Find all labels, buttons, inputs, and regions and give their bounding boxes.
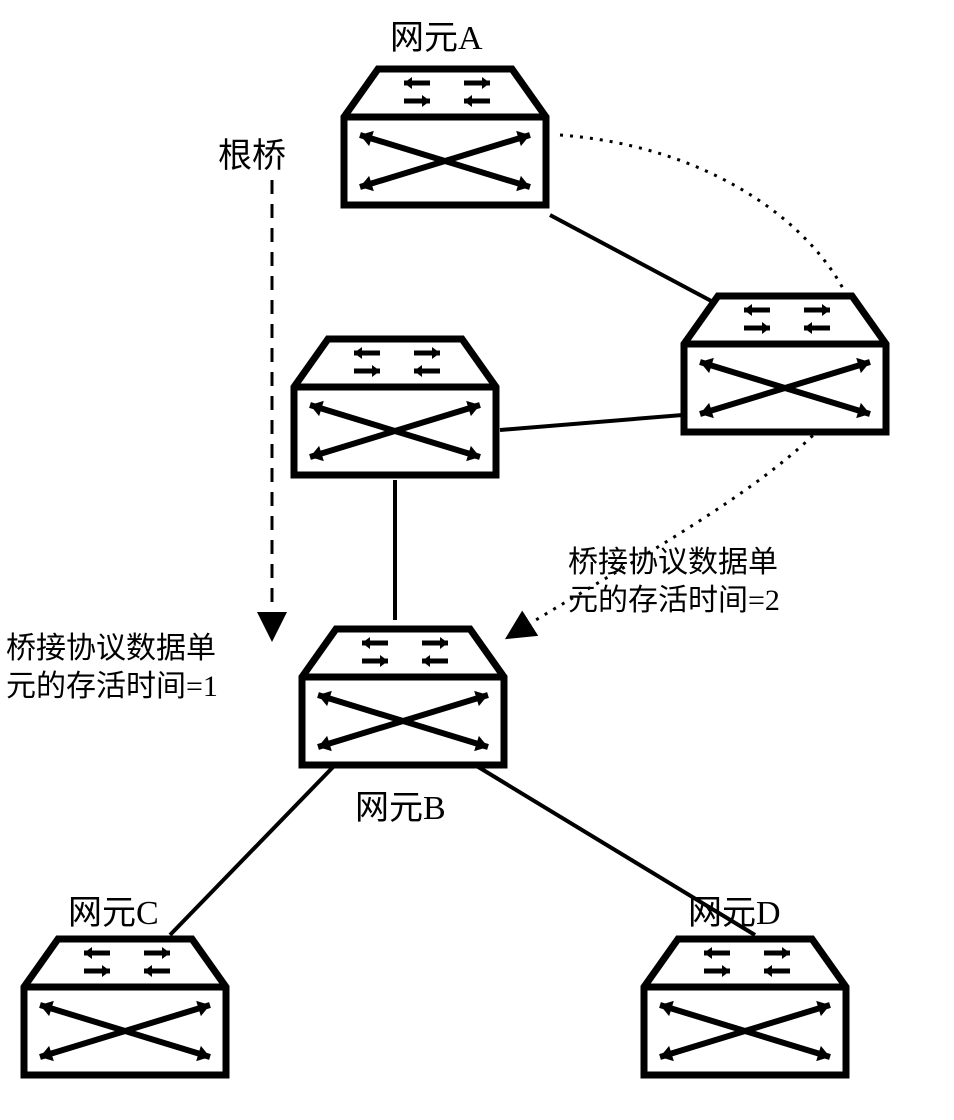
switch-icon [340,65,550,210]
link-b-c [170,765,335,935]
switch-mid-right [680,292,890,437]
label-node-d: 网元D [688,885,781,934]
switch-icon [640,935,850,1080]
annotation-bpdu-left-line1: 桥接协议数据单 [6,632,216,665]
switch-icon [290,335,500,480]
link-midleft-midright [500,414,695,430]
switch-node-d [640,935,850,1080]
annotation-bpdu-left: 桥接协议数据单 元的存活时间=1 [6,630,218,705]
switch-mid-left [290,335,500,480]
annotation-bpdu-right-line2: 元的存活时间=2 [568,584,780,617]
diagram-stage: 网元A 根桥 网元B 网元C 网元D 桥接协议数据单 元的存活时间=1 桥接协议… [0,0,954,1120]
label-node-c: 网元C [68,885,159,934]
switch-node-c [20,935,230,1080]
switch-icon [20,935,230,1080]
switch-icon [680,292,890,437]
switch-node-a [340,65,550,210]
switch-icon [298,625,508,770]
label-node-b: 网元B [355,780,446,829]
annotation-bpdu-left-line2: 元的存活时间=1 [6,670,218,703]
switch-node-b [298,625,508,770]
annotation-bpdu-right: 桥接协议数据单 元的存活时间=2 [568,544,780,619]
label-node-a: 网元A [390,10,483,59]
link-a-midright [550,215,715,303]
annotation-bpdu-right-line1: 桥接协议数据单 [568,546,778,579]
label-root-bridge: 根桥 [218,128,286,177]
